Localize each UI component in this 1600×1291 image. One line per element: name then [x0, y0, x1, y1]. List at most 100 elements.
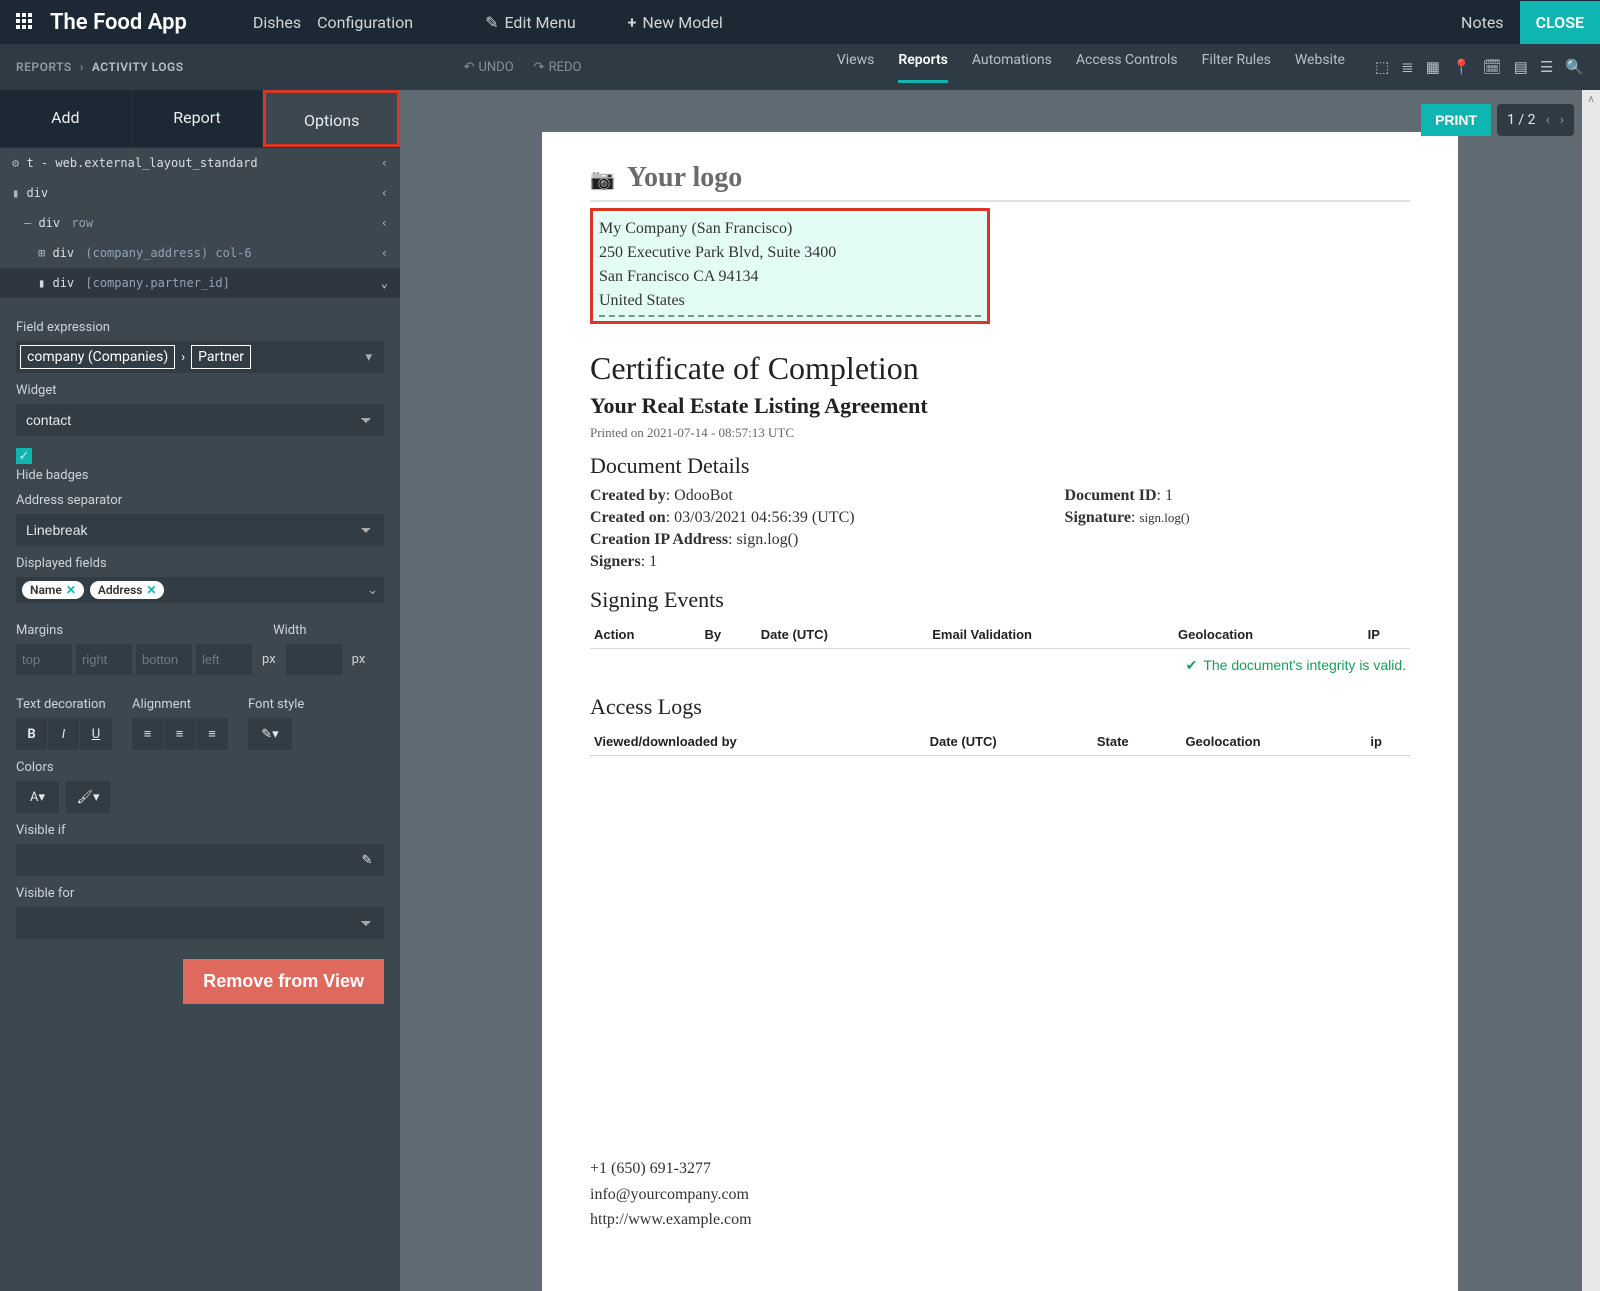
breadcrumb-reports[interactable]: REPORTS: [16, 60, 72, 74]
printed-on: Printed on 2021-07-14 - 08:57:13 UTC: [590, 425, 1410, 441]
font-style-label: Font style: [248, 697, 304, 712]
bold-button[interactable]: B: [16, 718, 48, 750]
address-separator-select[interactable]: Linebreak: [16, 514, 384, 546]
scroll-up-icon[interactable]: ∧: [1582, 90, 1600, 108]
app-title: The Food App: [50, 10, 187, 35]
tab-views[interactable]: Views: [837, 52, 875, 83]
displayed-fields-input[interactable]: Name✕ Address✕ ⌄: [16, 577, 384, 603]
tab-reports[interactable]: Reports: [898, 52, 948, 83]
redo-icon: ↷: [534, 60, 545, 75]
align-left-button[interactable]: ≡: [132, 718, 164, 750]
remove-tag-icon[interactable]: ✕: [146, 583, 156, 597]
field-expression-input[interactable]: company (Companies) › Partner ▾: [16, 341, 384, 373]
rows-icon[interactable]: ☰: [1540, 58, 1553, 76]
company-address-block[interactable]: My Company (San Francisco) 250 Executive…: [590, 208, 990, 324]
chevron-down-icon[interactable]: ⌄: [367, 583, 378, 598]
breadcrumb-sep: ›: [80, 60, 84, 74]
text-decoration-label: Text decoration: [16, 697, 112, 712]
align-center-button[interactable]: ≡: [164, 718, 196, 750]
tree-node-company-address[interactable]: ⊞ div (company_address) col-6 ‹: [0, 238, 400, 268]
redo-button[interactable]: ↷REDO: [534, 60, 582, 75]
undo-icon: ↶: [464, 60, 475, 75]
remove-tag-icon[interactable]: ✕: [66, 583, 76, 597]
chevron-left-icon: ‹: [381, 186, 388, 200]
new-model-button[interactable]: New Model: [628, 13, 723, 32]
chevron-down-icon: ⌄: [381, 276, 388, 290]
tab-access-controls[interactable]: Access Controls: [1076, 52, 1178, 83]
company-footer: +1 (650) 691-3277 info@yourcompany.com h…: [590, 1156, 1410, 1233]
tree-node-row[interactable]: — div row ‹: [0, 208, 400, 238]
tab-website[interactable]: Website: [1295, 52, 1345, 83]
displayed-fields-label: Displayed fields: [16, 556, 384, 571]
prev-page-button[interactable]: ‹: [1546, 112, 1550, 128]
margins-label: Margins: [16, 623, 63, 638]
breadcrumb-activity-logs: ACTIVITY LOGS: [92, 60, 184, 74]
section-signing-events: Signing Events: [590, 587, 1410, 613]
tab-options[interactable]: Options: [263, 90, 400, 147]
chevron-right-icon: ›: [175, 350, 191, 365]
pager: 1 / 2 ‹ ›: [1497, 104, 1574, 136]
tree-node-partner-id[interactable]: ▮ div [company.partner_id] ⌄: [0, 268, 400, 298]
tab-automations[interactable]: Automations: [972, 52, 1052, 83]
caret-down-icon[interactable]: ▾: [365, 350, 380, 365]
tree-node-root[interactable]: ⚙ t - web.external_layout_standard ‹: [0, 148, 400, 178]
tab-add[interactable]: Add: [0, 90, 131, 147]
edit-icon[interactable]: ✎: [350, 844, 384, 876]
fe-partner[interactable]: Partner: [191, 345, 251, 369]
breadcrumb: REPORTS › ACTIVITY LOGS: [16, 60, 184, 74]
notes-button[interactable]: Notes: [1461, 13, 1504, 32]
folder-icon: ▮: [38, 276, 45, 290]
chevron-left-icon: ‹: [381, 216, 388, 230]
sidebar: Add Report Options ⚙ t - web.external_la…: [0, 90, 400, 1291]
width-input[interactable]: [286, 644, 342, 675]
undo-button[interactable]: ↶UNDO: [464, 60, 514, 75]
tab-report[interactable]: Report: [131, 90, 264, 147]
next-page-button[interactable]: ›: [1560, 112, 1564, 128]
secondbar: REPORTS › ACTIVITY LOGS ↶UNDO ↷REDO View…: [0, 44, 1600, 90]
topbar: The Food App Dishes Configuration Edit M…: [0, 0, 1600, 44]
px-label: px: [346, 652, 372, 667]
visible-if-input[interactable]: [16, 844, 350, 876]
bg-color-dropdown[interactable]: 🖌▾: [66, 781, 110, 813]
addr-line: United States: [599, 289, 981, 313]
edit-menu-button[interactable]: Edit Menu: [485, 13, 576, 32]
text-color-dropdown[interactable]: A▾: [16, 781, 60, 813]
margin-top-input[interactable]: [16, 644, 72, 675]
margin-bottom-input[interactable]: [136, 644, 192, 675]
apps-icon[interactable]: [16, 13, 34, 31]
camera-icon: [590, 162, 615, 194]
scrollbar[interactable]: ∧: [1582, 90, 1600, 1291]
underline-button[interactable]: U: [80, 718, 112, 750]
options-form: Field expression company (Companies) › P…: [0, 298, 400, 1291]
italic-button[interactable]: I: [48, 718, 80, 750]
tag-name[interactable]: Name✕: [22, 581, 84, 599]
tree-node-div[interactable]: ▮ div ‹: [0, 178, 400, 208]
hide-badges-checkbox[interactable]: ✓: [16, 448, 32, 464]
kanban-view-icon[interactable]: ▦: [1426, 58, 1440, 76]
addr-line: My Company (San Francisco): [599, 217, 981, 241]
tag-address[interactable]: Address✕: [90, 581, 165, 599]
signing-events-table: Action By Date (UTC) Email Validation Ge…: [590, 621, 1410, 682]
alignment-label: Alignment: [132, 697, 228, 712]
menu-configuration[interactable]: Configuration: [317, 13, 413, 32]
search-icon[interactable]: 🔍: [1565, 58, 1584, 76]
align-right-button[interactable]: ≡: [196, 718, 228, 750]
remove-from-view-button[interactable]: Remove from View: [183, 959, 384, 1004]
card-view-icon[interactable]: ⬚: [1375, 58, 1389, 76]
fe-company[interactable]: company (Companies): [20, 345, 175, 369]
logo-placeholder: Your logo: [627, 162, 742, 194]
list-view-icon[interactable]: ≣: [1401, 58, 1414, 76]
map-pin-icon[interactable]: 📍: [1452, 58, 1471, 76]
calendar-icon[interactable]: 🗓: [1483, 58, 1502, 76]
grid-icon[interactable]: ▤: [1514, 58, 1528, 76]
menu-dishes[interactable]: Dishes: [253, 13, 301, 32]
chevron-left-icon: ‹: [381, 156, 388, 170]
print-button[interactable]: PRINT: [1421, 104, 1491, 136]
margin-left-input[interactable]: [196, 644, 252, 675]
widget-select[interactable]: contact: [16, 404, 384, 436]
tab-filter-rules[interactable]: Filter Rules: [1202, 52, 1271, 83]
visible-for-select[interactable]: [16, 907, 384, 939]
close-button[interactable]: CLOSE: [1520, 1, 1600, 44]
margin-right-input[interactable]: [76, 644, 132, 675]
font-style-dropdown[interactable]: ✎▾: [248, 718, 292, 750]
